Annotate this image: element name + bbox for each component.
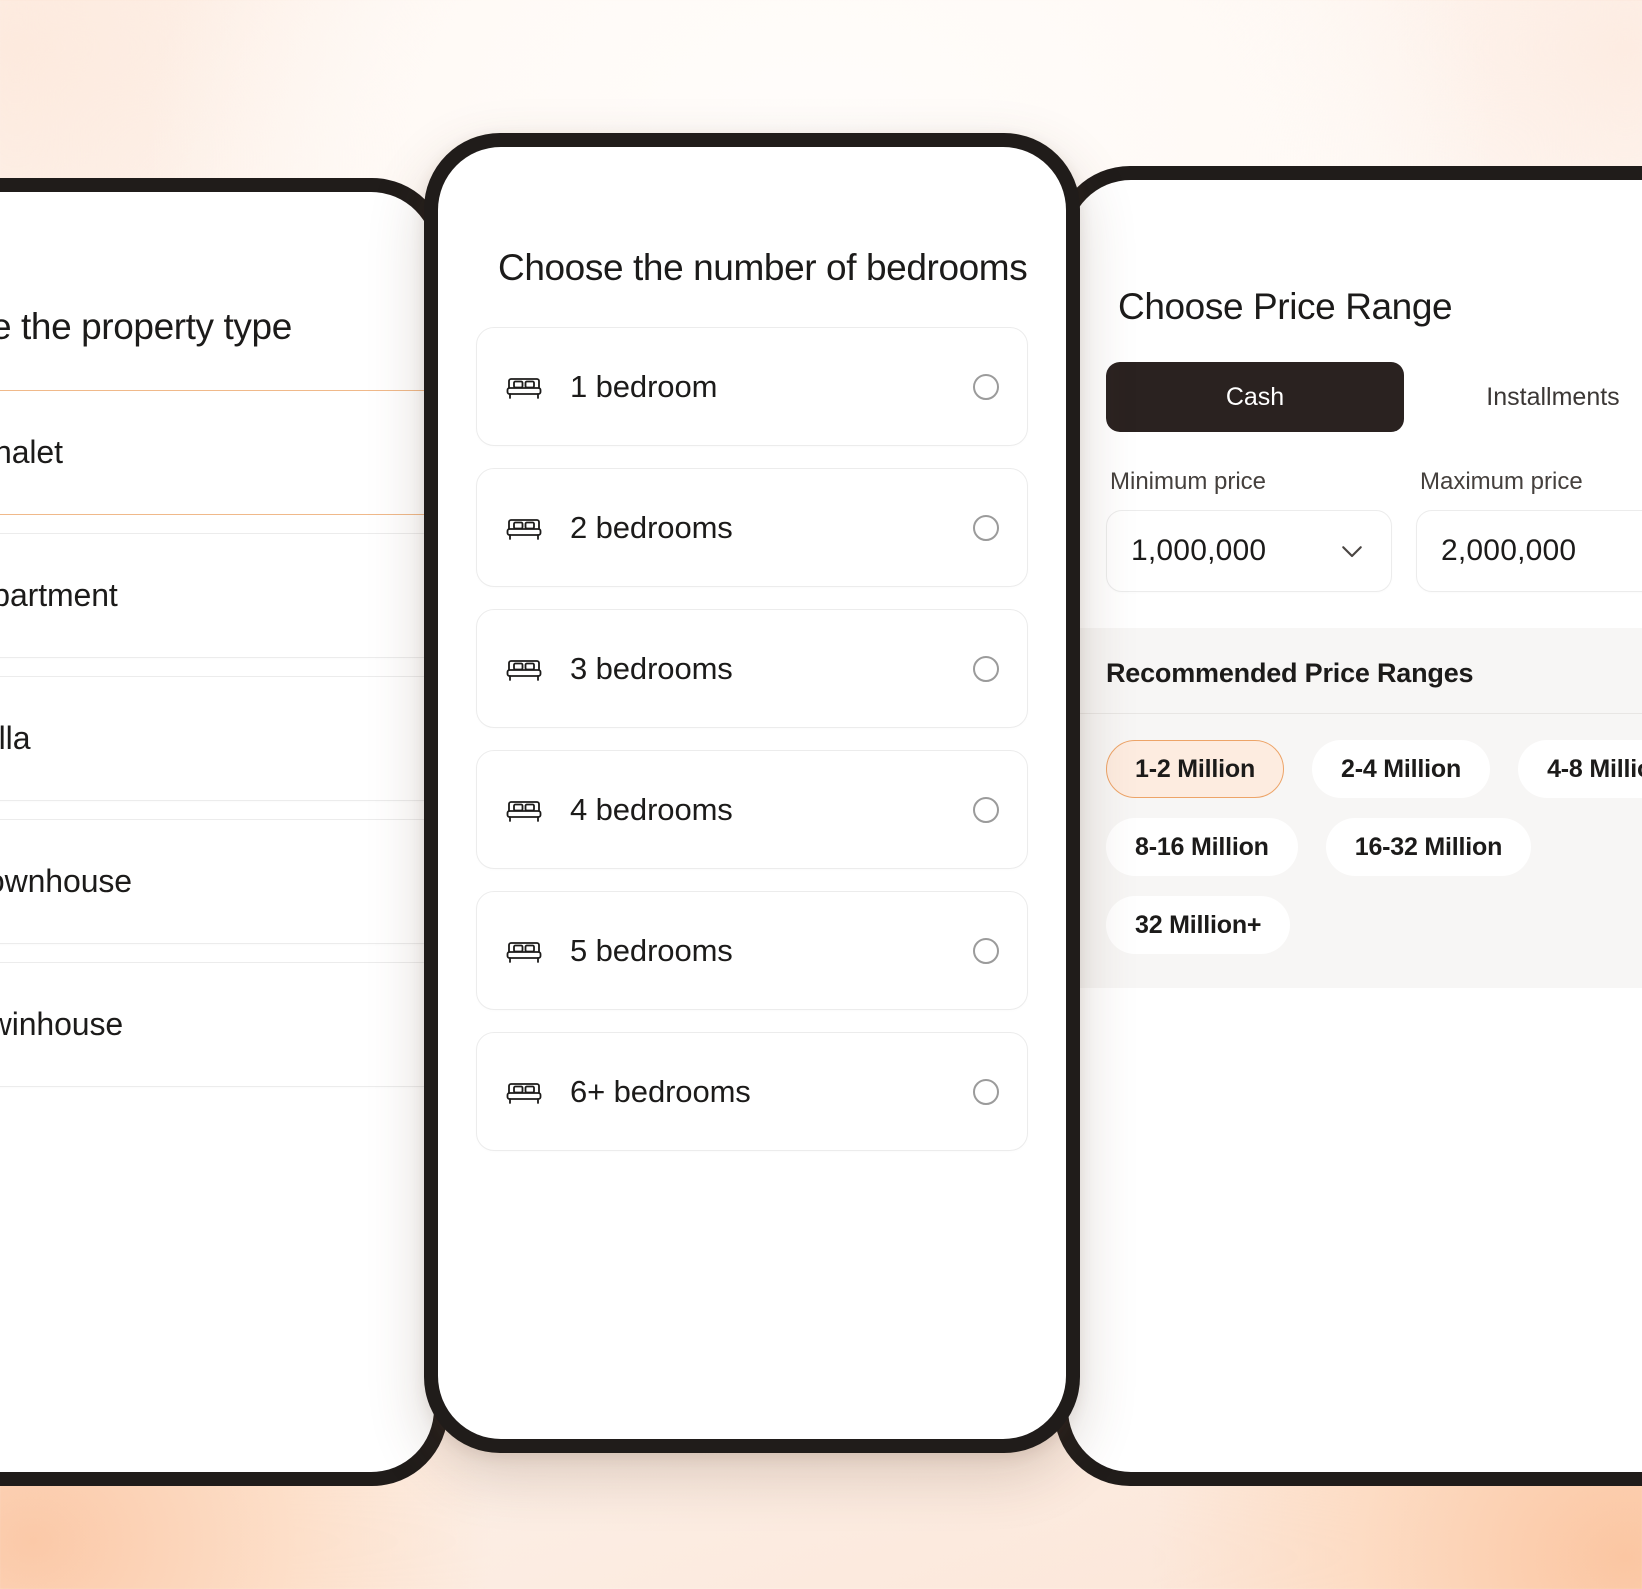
bedrooms-radio[interactable] [973,655,999,682]
property-type-option-label: Villa [0,720,31,756]
bedrooms-option-label: 1 bedroom [570,368,718,404]
recommended-price-ranges-panel: Recommended Price Ranges 1-2 Million 2-4… [1068,628,1642,988]
property-type-option-apartment[interactable]: Apartment [0,533,434,658]
property-type-option-chalet[interactable]: Chalet [0,390,434,515]
bedrooms-option-label: 4 bedrooms [570,791,733,827]
tab-cash[interactable]: Cash [1106,362,1404,432]
bedrooms-option-6-plus[interactable]: 6+ bedrooms [476,1032,1028,1151]
bedrooms-radio[interactable] [973,373,999,400]
bedrooms-radio[interactable] [973,796,999,823]
bedrooms-option-list: 1 bedroom 2 bedrooms 3 bedrooms 4 bedroo… [476,327,1028,1151]
minimum-price-select[interactable]: 1,000,000 [1106,510,1392,592]
bedrooms-option-4[interactable]: 4 bedrooms [476,750,1028,869]
property-type-option-townhouse[interactable]: Townhouse [0,819,434,944]
property-type-option-label: Townhouse [0,863,132,899]
chevron-down-icon [1337,536,1367,566]
property-type-option-villa[interactable]: Villa [0,676,434,801]
payment-method-tabs: Cash Installments [1106,362,1642,432]
bedrooms-option-5[interactable]: 5 bedrooms [476,891,1028,1010]
minimum-price-label: Minimum price [1110,468,1267,495]
maximum-price-label: Maximum price [1420,468,1583,495]
phone-frame-price-range: Choose Price Range Cash Installments Min… [1054,166,1642,1486]
minimum-price-group: Minimum price 1,000,000 [1106,468,1392,592]
bedrooms-radio[interactable] [973,937,999,964]
phone-frame-bedrooms: Choose the number of bedrooms 1 bedroom [424,133,1080,1453]
property-type-option-list: Chalet Apartment [0,390,434,1087]
bedrooms-option-label: 5 bedrooms [570,932,733,968]
bed-icon [505,1077,543,1107]
bed-icon [505,513,543,543]
phone-frame-property-type: Choose the property type [0,178,452,1486]
bedrooms-option-3[interactable]: 3 bedrooms [476,609,1028,728]
divider [1068,713,1642,714]
bedrooms-radio[interactable] [973,1078,999,1105]
price-range-chip-4-8-million[interactable]: 4-8 Million [1518,740,1642,798]
property-type-option-twinhouse[interactable]: Twinhouse [0,962,434,1087]
bed-icon [505,795,543,825]
bedrooms-option-1[interactable]: 1 bedroom [476,327,1028,446]
screen-property-type: Choose the property type [0,192,434,1472]
property-type-option-label: Chalet [0,434,63,470]
property-type-option-label: Apartment [0,577,118,613]
bedrooms-option-2[interactable]: 2 bedrooms [476,468,1028,587]
price-range-title: Choose Price Range [1118,286,1453,327]
price-range-chip-1-2-million[interactable]: 1-2 Million [1106,740,1285,798]
tab-installments[interactable]: Installments [1404,362,1642,432]
price-inputs-row: Minimum price 1,000,000 Maximum price 2,… [1106,468,1642,592]
maximum-price-select[interactable]: 2,000,000 [1416,510,1642,592]
screen-bedrooms: Choose the number of bedrooms 1 bedroom [438,147,1066,1439]
recommended-price-ranges-title: Recommended Price Ranges [1106,658,1474,688]
bed-icon [505,372,543,402]
price-range-chip-32-million-plus[interactable]: 32 Million+ [1106,896,1291,954]
price-range-chip-8-16-million[interactable]: 8-16 Million [1106,818,1298,876]
bedrooms-radio[interactable] [973,514,999,541]
minimum-price-value: 1,000,000 [1131,534,1267,567]
bedrooms-option-label: 6+ bedrooms [570,1073,751,1109]
price-range-chip-16-32-million[interactable]: 16-32 Million [1325,818,1532,876]
price-range-chip-2-4-million[interactable]: 2-4 Million [1312,740,1491,798]
bedrooms-option-label: 3 bedrooms [570,650,733,686]
property-type-title: Choose the property type [0,306,292,347]
price-range-chip-list: 1-2 Million 2-4 Million 4-8 Million 8-16… [1106,740,1642,954]
property-type-option-label: Twinhouse [0,1006,124,1042]
bed-icon [505,936,543,966]
maximum-price-value: 2,000,000 [1441,534,1577,567]
bedrooms-option-label: 2 bedrooms [570,509,733,545]
bed-icon [505,654,543,684]
screen-price-range: Choose Price Range Cash Installments Min… [1068,180,1642,1472]
bedrooms-title: Choose the number of bedrooms [498,247,1028,288]
maximum-price-group: Maximum price 2,000,000 [1416,468,1642,592]
